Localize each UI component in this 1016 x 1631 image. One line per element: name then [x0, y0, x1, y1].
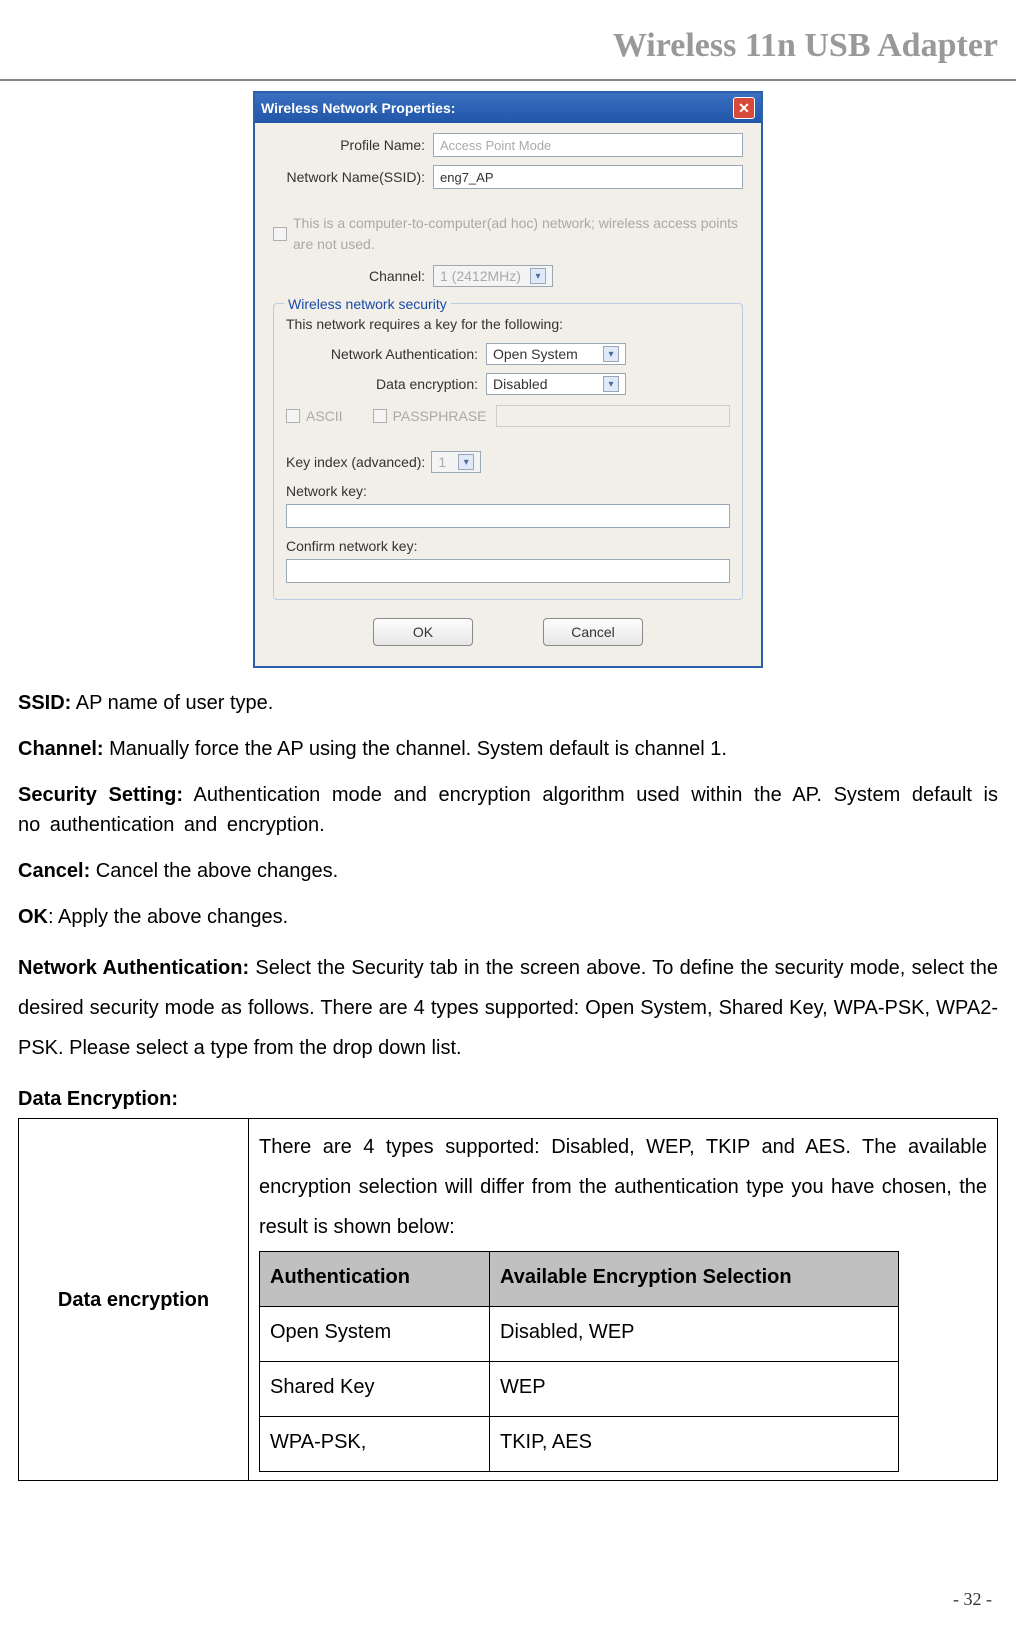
text-channel: Manually force the AP using the channel.… — [104, 738, 727, 760]
dataenc-header: Data Encryption: — [18, 1088, 178, 1110]
chevron-down-icon: ▾ — [530, 268, 546, 284]
channel-label: Channel: — [273, 266, 433, 287]
header-title: Wireless 11n USB Adapter — [18, 20, 998, 71]
header-avail: Available Encryption Selection — [490, 1252, 899, 1307]
close-icon[interactable]: ✕ — [733, 97, 755, 119]
security-legend: Wireless network security — [284, 294, 451, 315]
term-ok: OK — [18, 906, 48, 928]
cell-auth: Shared Key — [260, 1362, 490, 1417]
term-ssid: SSID: — [18, 692, 71, 714]
table-row: Shared Key WEP — [260, 1362, 899, 1417]
confirmkey-label: Confirm network key: — [286, 536, 730, 557]
cancel-button[interactable]: Cancel — [543, 618, 643, 646]
networkkey-label: Network key: — [286, 481, 730, 502]
netauth-select[interactable]: Open System ▾ — [486, 343, 626, 365]
netauth-value: Open System — [493, 344, 578, 365]
security-desc: This network requires a key for the foll… — [286, 314, 730, 335]
adhoc-checkbox — [273, 227, 287, 241]
wireless-properties-dialog: Wireless Network Properties: ✕ Profile N… — [253, 91, 763, 668]
term-cancel: Cancel: — [18, 860, 90, 882]
ascii-label: ASCII — [306, 406, 343, 427]
adhoc-text: This is a computer-to-computer(ad hoc) n… — [293, 213, 743, 255]
cell-avail: TKIP, AES — [490, 1417, 899, 1472]
dialog-title: Wireless Network Properties: — [261, 98, 455, 119]
keyindex-value: 1 — [438, 452, 446, 473]
security-fieldset: Wireless network security This network r… — [273, 303, 743, 600]
dataenc-select[interactable]: Disabled ▾ — [486, 373, 626, 395]
body-text: SSID: AP name of user type. Channel: Man… — [18, 688, 998, 1481]
cell-auth: WPA-PSK, — [260, 1417, 490, 1472]
table-desc: There are 4 types supported: Disabled, W… — [259, 1127, 987, 1247]
text-ssid: AP name of user type. — [71, 692, 273, 714]
keyindex-label: Key index (advanced): — [286, 452, 425, 473]
cell-auth: Open System — [260, 1307, 490, 1362]
channel-value: 1 (2412MHz) — [440, 266, 521, 287]
channel-select: 1 (2412MHz) ▾ — [433, 265, 553, 287]
ascii-checkbox — [286, 409, 300, 423]
data-encryption-table: Data encryption There are 4 types suppor… — [18, 1118, 998, 1481]
netauth-label: Network Authentication: — [286, 344, 486, 365]
page-number: - 32 - — [953, 1586, 992, 1613]
table-row: WPA-PSK, TKIP, AES — [260, 1417, 899, 1472]
table-row: Open System Disabled, WEP — [260, 1307, 899, 1362]
term-netauth: Network Authentication: — [18, 957, 249, 979]
term-channel: Channel: — [18, 738, 104, 760]
passphrase-checkbox — [373, 409, 387, 423]
profile-name-label: Profile Name: — [273, 135, 433, 156]
chevron-down-icon[interactable]: ▾ — [603, 376, 619, 392]
dataenc-value: Disabled — [493, 374, 547, 395]
chevron-down-icon: ▾ — [458, 454, 474, 470]
table-row: Data encryption There are 4 types suppor… — [19, 1119, 998, 1481]
ssid-input[interactable] — [433, 165, 743, 189]
cell-avail: WEP — [490, 1362, 899, 1417]
ssid-label: Network Name(SSID): — [273, 167, 433, 188]
text-cancel: Cancel the above changes. — [90, 860, 338, 882]
page-header: Wireless 11n USB Adapter — [0, 0, 1016, 81]
passphrase-label: PASSPHRASE — [393, 406, 487, 427]
ok-button[interactable]: OK — [373, 618, 473, 646]
passphrase-input — [496, 405, 730, 427]
dialog-titlebar[interactable]: Wireless Network Properties: ✕ — [255, 93, 761, 123]
table-row: Authentication Available Encryption Sele… — [260, 1252, 899, 1307]
table-leftcell: Data encryption — [19, 1119, 249, 1481]
inner-table: Authentication Available Encryption Sele… — [259, 1251, 899, 1472]
keyindex-select: 1 ▾ — [431, 451, 481, 473]
cell-avail: Disabled, WEP — [490, 1307, 899, 1362]
text-ok: : Apply the above changes. — [48, 906, 288, 928]
profile-name-input — [433, 133, 743, 157]
confirmkey-input[interactable] — [286, 559, 730, 583]
networkkey-input[interactable] — [286, 504, 730, 528]
chevron-down-icon[interactable]: ▾ — [603, 346, 619, 362]
dataenc-label: Data encryption: — [286, 374, 486, 395]
term-security: Security Setting: — [18, 784, 183, 806]
header-auth: Authentication — [260, 1252, 490, 1307]
